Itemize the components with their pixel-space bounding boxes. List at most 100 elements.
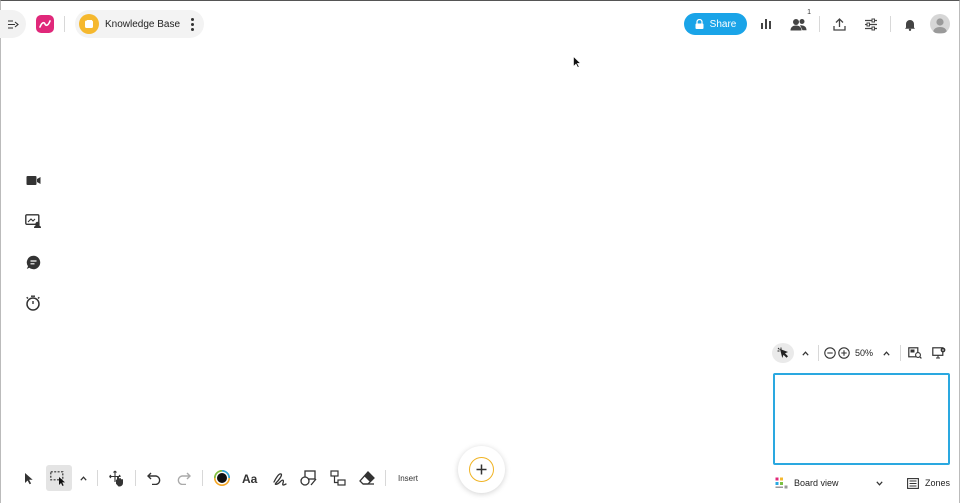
board-title[interactable]: Knowledge Base (105, 19, 180, 30)
share-label: Share (709, 18, 737, 30)
board-menu-button[interactable] (188, 17, 196, 31)
zoom-options-button[interactable] (877, 344, 895, 362)
screen-share-button[interactable] (24, 212, 42, 230)
collaborators-button[interactable]: 1 (787, 9, 811, 35)
move-hand-icon (109, 470, 123, 486)
zoom-in-button[interactable] (837, 344, 851, 362)
add-ring (469, 457, 494, 482)
expand-sidebar-button[interactable] (0, 10, 26, 38)
user-icon (933, 18, 947, 33)
timer-button[interactable] (24, 294, 42, 312)
marquee-select-icon (50, 470, 65, 486)
redo-button[interactable] (172, 465, 196, 491)
pen-scribble-icon (273, 472, 287, 486)
board-view-label: Board view (794, 478, 839, 488)
zoom-in-icon (838, 347, 850, 359)
zones-list-icon (907, 477, 919, 489)
header-divider-2 (819, 16, 820, 32)
export-button[interactable] (828, 13, 850, 35)
board-title-pill[interactable]: Knowledge Base (75, 10, 205, 38)
header-divider-3 (890, 16, 891, 32)
header-divider (64, 16, 65, 32)
board-view-icon (775, 477, 788, 489)
undo-icon (147, 472, 161, 485)
logo-icon (39, 20, 51, 28)
color-picker-button[interactable] (210, 465, 234, 491)
select-tool-button[interactable] (17, 465, 41, 491)
top-right-bar: Share 1 (684, 9, 950, 37)
pointer-star-icon (777, 347, 788, 358)
pointer-cursor-icon (573, 55, 582, 68)
mouse-cursor (573, 55, 582, 73)
chevron-up-icon (882, 350, 890, 356)
frame-search-icon (908, 347, 922, 359)
navigator-controls: 50% (772, 343, 948, 363)
zones-button[interactable]: Zones (907, 477, 950, 489)
pointer-options-button[interactable] (796, 344, 814, 362)
bar-chart-icon (761, 19, 771, 29)
board-settings-button[interactable] (860, 13, 882, 35)
collaborators-count: 1 (807, 9, 811, 16)
color-wheel-icon (213, 470, 230, 486)
activity-button[interactable] (755, 13, 777, 35)
notifications-button[interactable] (899, 13, 921, 35)
chat-button[interactable] (24, 253, 42, 271)
plus-icon (476, 464, 487, 475)
board-view-selector[interactable]: Board view (775, 477, 883, 489)
folder-icon (85, 20, 93, 28)
screen-share-icon (24, 214, 41, 228)
chevron-up-icon (801, 350, 809, 356)
eraser-icon (358, 471, 375, 485)
zoom-out-icon (824, 347, 836, 359)
top-left-bar: Knowledge Base (0, 10, 205, 38)
insert-button[interactable]: Insert (398, 474, 418, 483)
zoom-out-button[interactable] (823, 344, 837, 362)
toolbar-divider (202, 470, 203, 486)
user-avatar[interactable] (930, 14, 950, 34)
eraser-tool-button[interactable] (355, 465, 379, 491)
expand-arrow-icon (7, 19, 19, 29)
navigator-bottom-bar: Board view Zones (775, 474, 950, 492)
board-icon (79, 14, 99, 34)
toolbar-divider (97, 470, 98, 486)
svg-text:Aa: Aa (242, 472, 258, 484)
app-logo[interactable] (36, 15, 54, 33)
timer-icon (26, 295, 40, 311)
nav-divider (900, 345, 901, 361)
bell-icon (905, 19, 915, 31)
laser-pointer-button[interactable] (772, 343, 794, 363)
toolbar-divider (135, 470, 136, 486)
chevron-up-icon (80, 475, 87, 481)
side-toolbar (24, 171, 42, 312)
undo-button[interactable] (143, 465, 167, 491)
diagram-icon (329, 470, 346, 486)
pan-tool-button[interactable] (105, 465, 129, 491)
selection-options-button[interactable] (77, 465, 91, 491)
minimap[interactable] (773, 373, 950, 465)
monitor-settings-icon (932, 347, 946, 359)
text-aa-icon: Aa (242, 472, 258, 484)
zones-label: Zones (924, 478, 950, 488)
sliders-icon (865, 18, 877, 30)
text-tool-button[interactable]: Aa (239, 465, 263, 491)
video-icon (26, 175, 40, 185)
add-content-button[interactable] (458, 446, 505, 493)
marquee-select-button[interactable] (45, 465, 72, 491)
chat-icon (26, 255, 40, 269)
mindmap-tool-button[interactable] (326, 465, 350, 491)
toolbar-divider (385, 470, 386, 486)
presentation-settings-button[interactable] (930, 344, 948, 362)
upload-icon (832, 17, 846, 31)
shape-tool-button[interactable] (297, 465, 321, 491)
video-call-button[interactable] (24, 171, 42, 189)
fit-to-screen-button[interactable] (906, 344, 924, 362)
pen-tool-button[interactable] (268, 465, 292, 491)
lock-icon (695, 19, 704, 29)
zoom-level[interactable]: 50% (851, 348, 877, 358)
users-icon (790, 18, 806, 30)
arrow-pointer-icon (24, 472, 33, 484)
redo-icon (177, 472, 191, 485)
nav-divider (818, 345, 819, 361)
share-button[interactable]: Share (684, 13, 747, 35)
chevron-down-icon (876, 480, 883, 486)
